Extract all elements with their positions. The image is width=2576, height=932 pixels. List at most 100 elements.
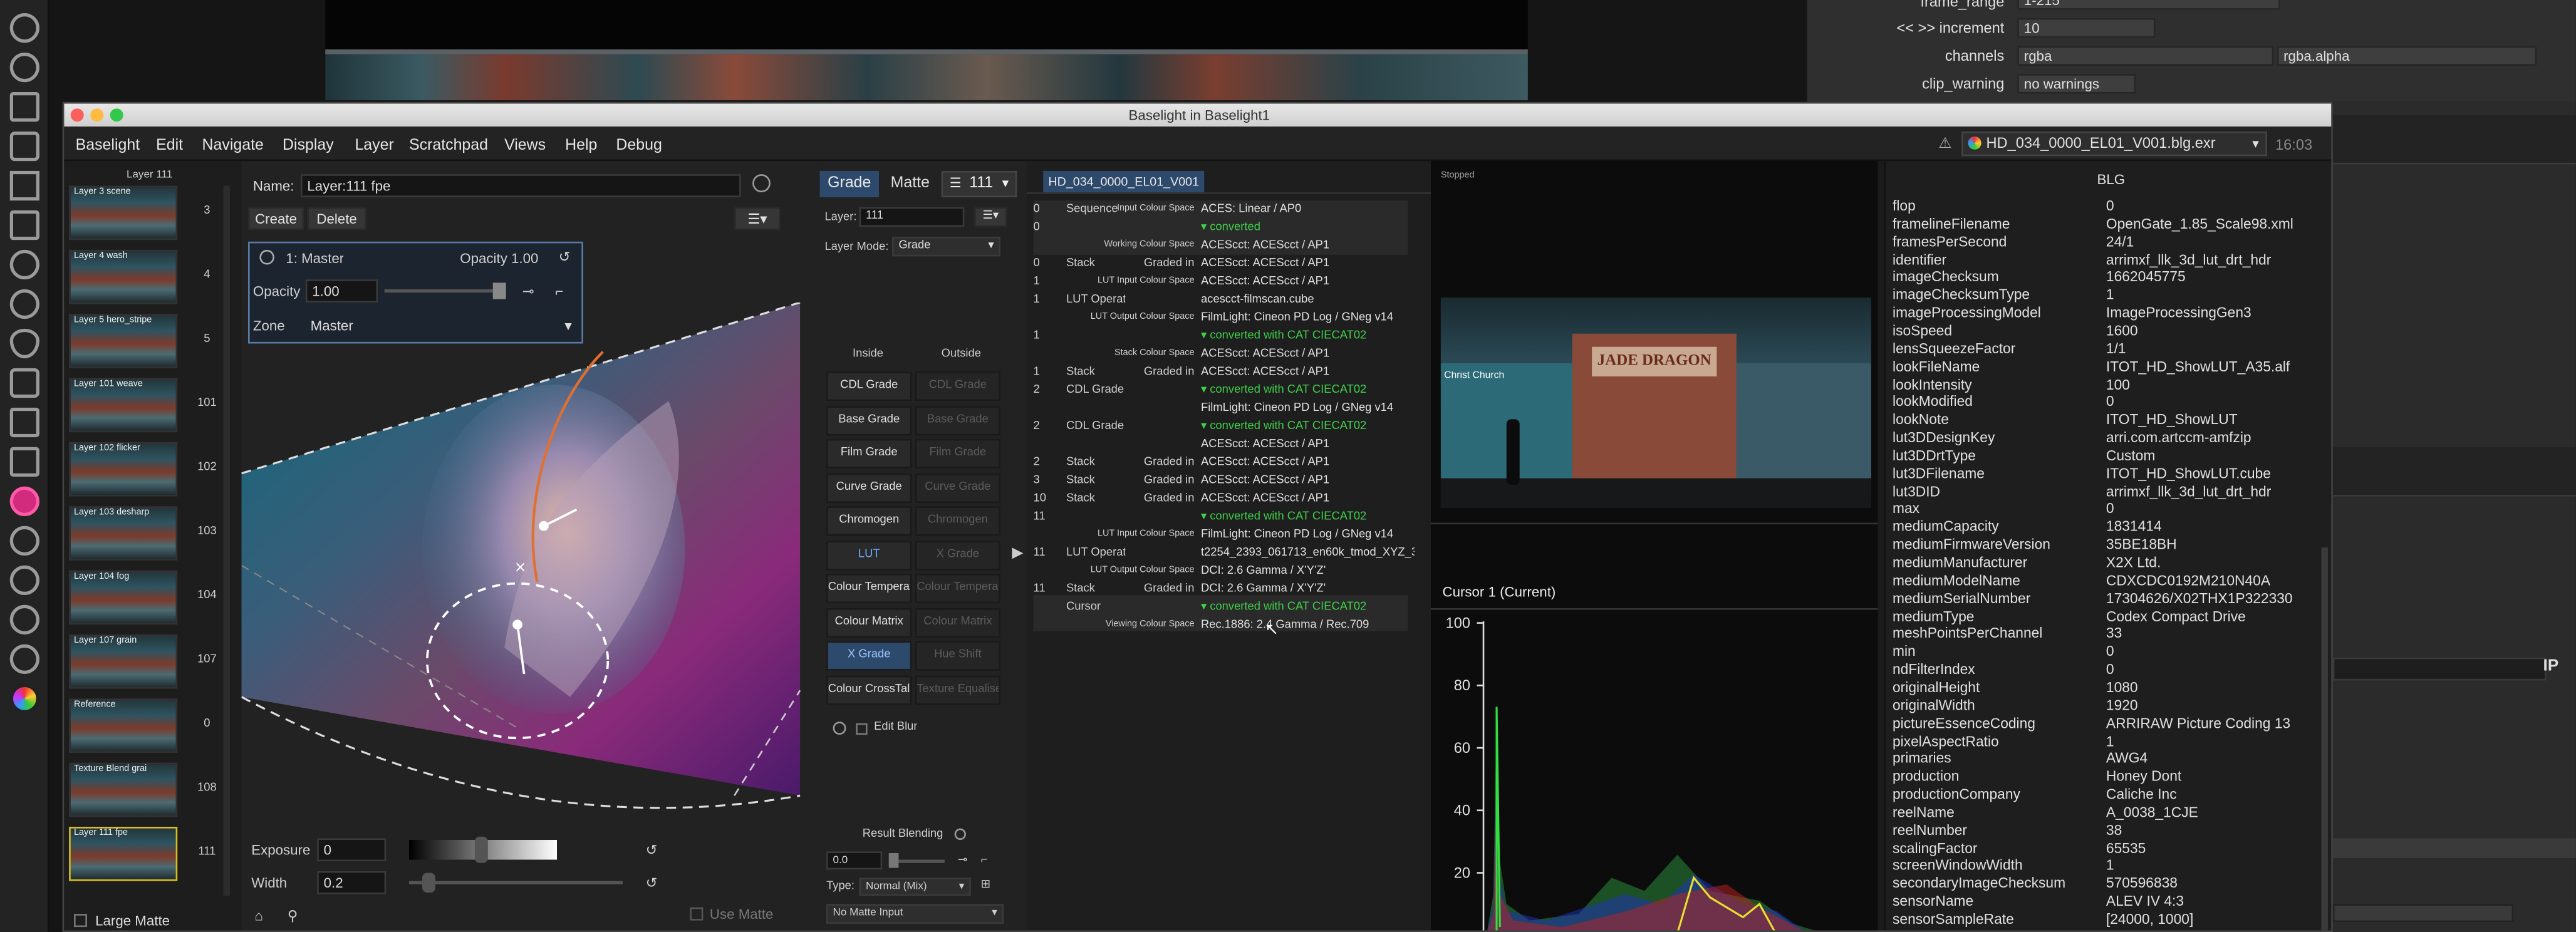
layer-thumbnail[interactable]: Layer 3 scene — [69, 185, 178, 241]
stack-row[interactable]: 0 Sequence Input Colour Space ACES: Linear … — [1030, 200, 1408, 219]
increment-field[interactable]: 10 — [2017, 18, 2156, 38]
stack-row[interactable]: 1 ▾ converted with CAT CIECAT02 — [1030, 327, 1408, 345]
app-icon[interactable] — [9, 13, 39, 43]
menu-baselight[interactable]: Baselight — [76, 137, 140, 155]
stack-row[interactable]: LUT Output Colour Space FilmLight: Cineon… — [1030, 309, 1408, 327]
layer-thumbnail[interactable]: Layer 103 desharp — [69, 506, 178, 561]
blend-graph-icon[interactable]: ⊞ — [981, 879, 990, 891]
tab-stack-shot[interactable]: HD_034_0000_EL01_V001 — [1043, 170, 1205, 193]
layer-thumbnail[interactable]: Layer 4 wash — [69, 249, 178, 304]
close-window-icon[interactable] — [70, 108, 84, 122]
layer-number-select[interactable]: ☰ 111 ▾ — [941, 170, 1017, 197]
tool-outside-colour-matrix[interactable]: Colour Matrix — [915, 607, 1001, 637]
tool-inside-colour-matrix[interactable]: Colour Matrix — [826, 607, 912, 637]
menu-navigate[interactable]: Navigate — [202, 137, 264, 155]
flower-icon[interactable] — [9, 565, 39, 595]
disable-icon[interactable] — [259, 249, 274, 265]
layer-thumbnail[interactable]: Layer 111 fpe — [69, 827, 178, 881]
zoom-window-icon[interactable] — [110, 108, 123, 122]
tool-outside-colour-temperature[interactable]: Colour Temperature — [915, 573, 1001, 604]
use-matte-checkbox[interactable] — [690, 907, 704, 921]
key-icon[interactable]: ⊸ — [522, 282, 534, 299]
width-slider[interactable] — [408, 881, 623, 884]
eye-icon[interactable] — [9, 328, 39, 359]
ip-button[interactable]: IP — [2543, 658, 2558, 676]
stack-row[interactable]: 11 ▾ converted with CAT CIECAT02 — [1030, 508, 1408, 526]
vector-handle-2-origin[interactable] — [512, 619, 522, 630]
disable-blur-icon[interactable] — [833, 722, 846, 735]
opacity-slider-handle[interactable] — [492, 282, 506, 299]
stack-row[interactable]: 1LUT Operatoracescct-filmscan.cube — [1030, 291, 1408, 309]
layer-thumbnail[interactable]: Layer 104 fog — [69, 570, 178, 625]
tool-inside-cdl-grade[interactable]: CDL Grade — [826, 371, 912, 401]
vector-handle-origin[interactable] — [539, 520, 549, 531]
blend-slider-handle[interactable] — [888, 853, 899, 868]
stack-row[interactable]: ACEScct: ACEScct / AP1 — [1030, 435, 1408, 453]
layer-thumbnail[interactable]: Layer 5 hero_stripe — [69, 314, 178, 368]
reset-icon[interactable]: ↺ — [559, 248, 571, 264]
large-matte-checkbox[interactable] — [74, 914, 87, 928]
chromaticity-scope[interactable]: × — [241, 302, 819, 829]
delete-button[interactable]: Delete — [307, 207, 366, 230]
gear-icon[interactable] — [9, 604, 39, 634]
pin-icon[interactable]: ⚲ — [288, 908, 298, 924]
stack-row[interactable]: FilmLight: Cineon PD Log / GNeg v14 — [1030, 400, 1408, 418]
tool-inside-base-grade[interactable]: Base Grade — [826, 405, 912, 435]
menu-display[interactable]: Display — [283, 137, 334, 155]
settings-menu-icon[interactable]: ☰▾ — [734, 207, 781, 230]
wrench-icon[interactable] — [9, 407, 39, 438]
sparkle-icon[interactable] — [9, 249, 39, 280]
exposure-reset-icon[interactable]: ↺ — [646, 842, 658, 858]
minimize-window-icon[interactable] — [90, 108, 104, 122]
tool-inside-curve-grade[interactable]: Curve Grade — [826, 472, 912, 502]
menu-views[interactable]: Views — [504, 137, 546, 155]
width-slider-handle[interactable] — [422, 872, 435, 893]
tool-outside-hue-shift[interactable]: Hue Shift — [915, 641, 1001, 671]
layer-options-icon[interactable]: ☰▾ — [974, 207, 1007, 227]
expand-arrow-icon[interactable]: ▶ — [1012, 544, 1023, 562]
home-icon[interactable]: ⌂ — [254, 908, 262, 924]
disc-icon[interactable] — [9, 289, 39, 319]
layer-thumbnail[interactable]: Reference — [69, 698, 178, 753]
clip-warning-select[interactable]: no warnings — [2017, 74, 2136, 94]
layer-thumbnail[interactable]: Layer 101 weave — [69, 378, 178, 433]
tool-inside-colour-crosstalk[interactable]: Colour CrossTalk — [826, 675, 912, 705]
stack-row[interactable]: LUT Input Colour Space FilmLight: Cineon … — [1030, 526, 1408, 544]
tool-outside-base-grade[interactable]: Base Grade — [915, 405, 1001, 435]
move-icon[interactable] — [9, 170, 39, 201]
tool-inside-chromogen[interactable]: Chromogen — [826, 506, 912, 536]
menu-debug[interactable]: Debug — [616, 137, 662, 155]
layer-mode-select[interactable]: Grade ▾ — [891, 236, 1001, 257]
stack-row[interactable]: 0 Stack Graded in ACEScct: ACEScct / AP1 — [1030, 255, 1408, 273]
no-entry-icon[interactable] — [752, 174, 771, 193]
matte-input-select[interactable]: No Matte Input ▾ — [826, 904, 1004, 924]
stack-row[interactable]: 11 Stack Graded in DCI: 2.6 Gamma / X'Y'Z' — [1030, 580, 1408, 598]
width-reset-icon[interactable]: ↺ — [646, 874, 658, 891]
stack-row[interactable]: 11LUT Operatort2254_2393_061713_en60k_tm… — [1030, 544, 1414, 562]
edit-blur-checkbox[interactable] — [856, 723, 868, 735]
create-button[interactable]: Create — [247, 207, 304, 230]
stack-row[interactable]: 1 LUT Input Colour Space ACEScct: ACEScct … — [1030, 273, 1408, 291]
width-input[interactable]: 0.2 — [317, 871, 387, 894]
tab-grade[interactable]: Grade — [819, 170, 879, 197]
stack-row[interactable]: Stack Colour Space ACEScct: ACEScct / AP1 — [1030, 345, 1408, 363]
stack-row[interactable]: 3 Stack Graded in ACEScct: ACEScct / AP1 — [1030, 472, 1408, 490]
menu-layer[interactable]: Layer — [355, 137, 393, 155]
stack-row[interactable]: 0 ▾ converted — [1030, 219, 1408, 237]
tool-outside-chromogen[interactable]: Chromogen — [915, 506, 1001, 536]
tool-inside-colour-temperature[interactable]: Colour Temperature — [826, 573, 912, 604]
curve-icon-2[interactable]: ⌐ — [981, 855, 988, 866]
circle-icon[interactable] — [9, 52, 39, 83]
tool-inside-film-grade[interactable]: Film Grade — [826, 438, 912, 469]
layer-thumbnail[interactable]: Layer 107 grain — [69, 634, 178, 689]
blend-type-select[interactable]: Normal (Mix) ▾ — [859, 878, 971, 896]
tool-outside-texture-equaliser[interactable]: Texture Equaliser — [915, 675, 1001, 705]
opacity-slider-track[interactable] — [384, 289, 506, 293]
stack-row[interactable]: 2 CDL Grade ▾ converted with CAT CIECAT02 — [1030, 381, 1408, 400]
stack-row[interactable]: 2 CDL Grade ▾ converted with CAT CIECAT02 — [1030, 418, 1408, 436]
tag-icon[interactable] — [9, 368, 39, 398]
layer-name-input[interactable]: Layer:111 fpe — [300, 174, 741, 197]
tool-outside-cdl-grade[interactable]: CDL Grade — [915, 371, 1001, 401]
tool-outside-curve-grade[interactable]: Curve Grade — [915, 472, 1001, 502]
stack-row[interactable]: 10 Stack Graded in ACEScct: ACEScct / AP1 — [1030, 490, 1408, 508]
